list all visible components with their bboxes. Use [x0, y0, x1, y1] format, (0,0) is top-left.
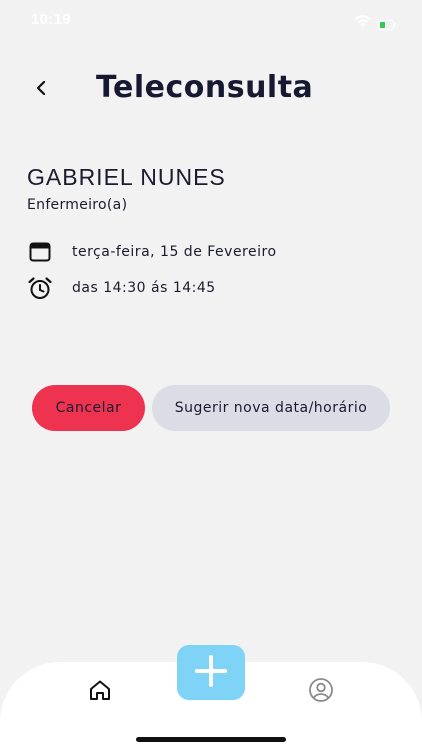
calendar-icon: [27, 239, 53, 265]
appointment-date-row: terça-feira, 15 de Fevereiro: [27, 239, 277, 265]
status-bar: 10:19: [0, 0, 422, 40]
appointment-time: das 14:30 ás 14:45: [72, 280, 216, 296]
professional-name: GABRIEL NUNES: [27, 164, 226, 190]
cancel-button[interactable]: Cancelar: [32, 385, 145, 431]
suggest-new-time-button[interactable]: Sugerir nova data/horário: [152, 385, 390, 431]
plus-icon: [194, 654, 228, 691]
add-button[interactable]: [177, 645, 245, 700]
wifi-icon: [354, 13, 372, 27]
chevron-left-icon: [34, 80, 48, 100]
tab-profile[interactable]: [307, 678, 335, 706]
tab-home[interactable]: [86, 678, 114, 706]
header: Teleconsulta: [0, 60, 422, 120]
home-icon: [88, 679, 112, 705]
battery-icon: [378, 15, 396, 30]
status-time: 10:19: [31, 11, 71, 28]
home-indicator: [136, 737, 286, 742]
user-circle-icon: [308, 677, 334, 707]
professional-role: Enfermeiro(a): [27, 197, 128, 213]
alarm-clock-icon: [27, 275, 53, 301]
professional-info: GABRIEL NUNES Enfermeiro(a): [27, 164, 226, 213]
back-button[interactable]: [27, 76, 55, 104]
page-title: Teleconsulta: [96, 70, 314, 105]
appointment-date: terça-feira, 15 de Fevereiro: [72, 244, 277, 260]
appointment-time-row: das 14:30 ás 14:45: [27, 275, 216, 301]
